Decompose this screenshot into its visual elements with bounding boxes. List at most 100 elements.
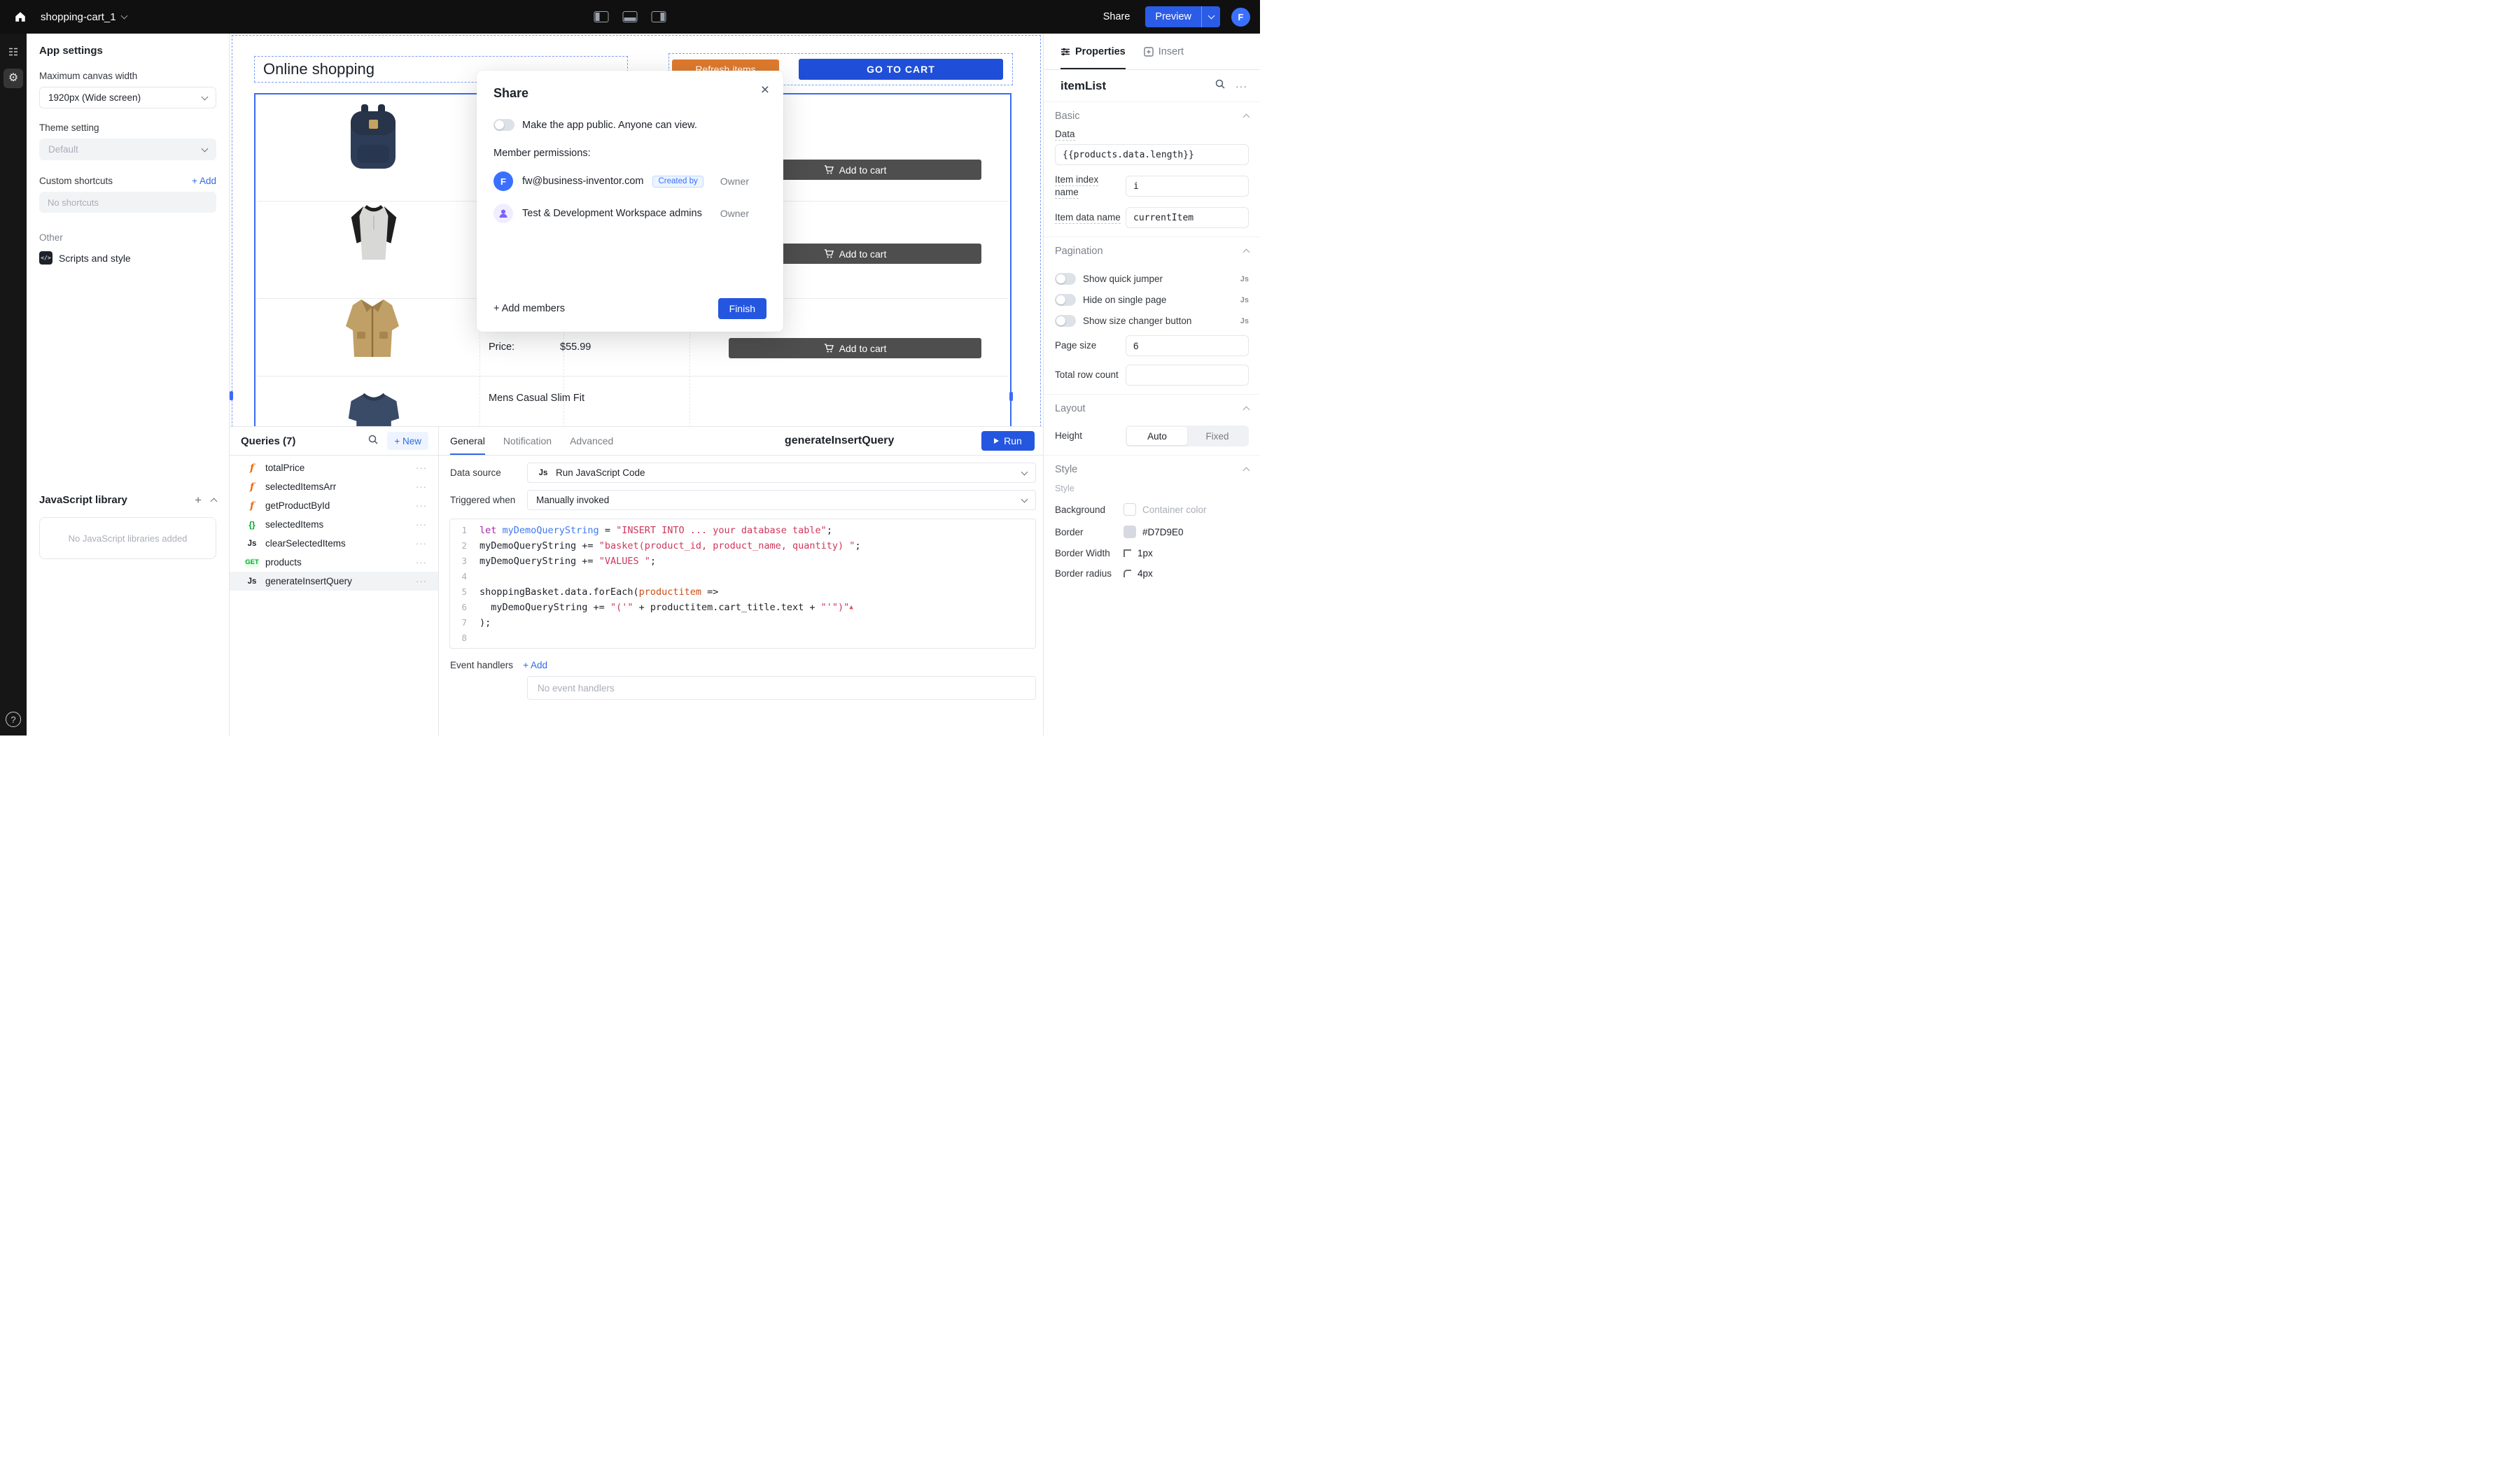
hide-on-single-page-toggle[interactable] [1055,294,1076,306]
tab-insert[interactable]: Insert [1144,34,1184,69]
total-row-count-input[interactable] [1126,365,1249,386]
list-resize-handle-right[interactable] [1009,392,1013,401]
preview-button[interactable]: Preview [1145,6,1220,27]
query-item-selected[interactable]: Js generateInsertQuery ··· [230,572,438,591]
search-icon[interactable] [1214,78,1226,93]
query-item[interactable]: GET products ··· [230,553,438,572]
query-item[interactable]: f totalPrice ··· [230,458,438,477]
show-quick-jumper-toggle[interactable] [1055,273,1076,285]
data-input[interactable]: {{products.data.length}} [1055,144,1249,165]
member-role[interactable]: Owner [720,176,749,187]
collapse-icon[interactable] [211,498,218,505]
add-event-handler-button[interactable]: + Add [523,660,547,670]
javascript-icon[interactable]: Js [1240,275,1249,283]
canvas-resize-handle-left[interactable] [230,391,233,400]
background-value: Container color [1142,505,1207,515]
home-button[interactable] [10,6,31,27]
query-list: f totalPrice ··· f selectedItemsArr ··· … [230,456,438,591]
person-icon [498,208,509,219]
add-to-cart-label: Add to cart [839,343,887,354]
member-row: F fw@business-inventor.com Created by Ow… [493,171,766,191]
custom-shortcuts-label: Custom shortcuts [39,176,113,186]
data-label: Data [1055,129,1249,139]
height-option-auto[interactable]: Auto [1127,427,1187,445]
query-item[interactable]: f getProductById ··· [230,496,438,515]
toggle-right-panel-icon[interactable] [652,11,666,22]
section-layout-header[interactable]: Layout [1055,396,1249,421]
section-title: Basic [1055,111,1079,122]
tab-notification[interactable]: Notification [503,427,552,455]
member-avatar: F [493,171,513,191]
data-source-select[interactable]: Js Run JavaScript Code [527,463,1036,483]
share-button[interactable]: Share [1099,10,1135,23]
tree-icon [7,45,20,58]
add-to-cart-button[interactable]: Add to cart [729,338,981,358]
query-item[interactable]: Js clearSelectedItems ··· [230,534,438,553]
more-icon[interactable]: ··· [416,519,427,530]
section-style-header[interactable]: Style [1055,457,1249,482]
scripts-and-style-item[interactable]: </> Scripts and style [39,251,216,265]
member-role[interactable]: Owner [720,208,749,219]
go-to-cart-button[interactable]: GO TO CART [799,59,1003,80]
code-lines[interactable]: let myDemoQueryString = "INSERT INTO ...… [472,519,1035,648]
theme-setting-select[interactable]: Default [39,139,216,160]
data-source-label: Data source [450,467,527,478]
run-button[interactable]: Run [981,431,1035,451]
product-image-sweater [346,391,402,426]
help-button[interactable]: ? [6,712,21,727]
item-data-input[interactable]: currentItem [1126,207,1249,228]
more-icon[interactable]: ··· [416,500,427,511]
more-icon[interactable]: ··· [416,481,427,492]
total-row-count-label: Total row count [1055,369,1122,381]
new-query-button[interactable]: + New [387,432,428,450]
toggle-bottom-panel-icon[interactable] [623,11,638,22]
query-item[interactable]: f selectedItemsArr ··· [230,477,438,496]
component-tree-icon[interactable] [4,42,23,62]
section-pagination-header[interactable]: Pagination [1055,239,1249,264]
cart-icon [824,344,834,353]
add-members-button[interactable]: + Add members [493,303,565,314]
triggered-when-select[interactable]: Manually invoked [527,490,1036,510]
finish-button[interactable]: Finish [718,298,766,319]
query-name: selectedItemsArr [265,481,336,492]
max-canvas-width-select[interactable]: 1920px (Wide screen) [39,87,216,108]
page-size-input[interactable]: 6 [1126,335,1249,356]
more-icon[interactable]: ··· [416,557,427,568]
collapse-icon [1243,249,1250,256]
background-color-swatch[interactable] [1124,503,1136,516]
add-shortcut-button[interactable]: + Add [192,176,216,186]
close-icon[interactable]: × [761,82,769,99]
height-option-fixed[interactable]: Fixed [1187,427,1247,445]
make-public-toggle[interactable] [493,119,514,131]
query-item[interactable]: {} selectedItems ··· [230,515,438,534]
code-icon: </> [39,251,52,265]
max-canvas-width-label: Maximum canvas width [39,71,216,81]
app-settings-panel: App settings Maximum canvas width 1920px… [27,34,230,736]
search-icon[interactable] [368,434,379,449]
javascript-icon[interactable]: Js [1240,317,1249,325]
border-radius-value[interactable]: 4px [1138,568,1153,579]
more-icon[interactable]: ··· [416,538,427,549]
avatar[interactable]: F [1231,8,1250,27]
more-icon[interactable]: ··· [1236,80,1247,92]
member-permissions-label: Member permissions: [493,148,766,159]
border-width-value[interactable]: 1px [1138,548,1153,558]
show-size-changer-toggle[interactable] [1055,315,1076,327]
toggle-left-panel-icon[interactable] [594,11,609,22]
add-js-library-icon[interactable]: + [195,494,202,506]
code-editor[interactable]: 12345678 let myDemoQueryString = "INSERT… [449,519,1036,649]
settings-rail-item[interactable]: ⚙ [4,69,23,88]
more-icon[interactable]: ··· [416,463,427,473]
tab-advanced[interactable]: Advanced [570,427,613,455]
tab-insert-label: Insert [1158,46,1184,57]
more-icon[interactable]: ··· [416,576,427,586]
item-index-input[interactable]: i [1126,176,1249,197]
preview-dropdown[interactable] [1202,6,1220,27]
border-color-swatch[interactable] [1124,526,1136,538]
app-name-menu[interactable]: shopping-cart_1 [41,11,127,23]
tab-general[interactable]: General [450,427,485,455]
queries-panel: Queries (7) + New f totalPrice ··· f sel… [230,427,439,736]
section-basic-header[interactable]: Basic [1055,104,1249,129]
javascript-icon[interactable]: Js [1240,296,1249,304]
tab-properties[interactable]: Properties [1060,34,1126,69]
